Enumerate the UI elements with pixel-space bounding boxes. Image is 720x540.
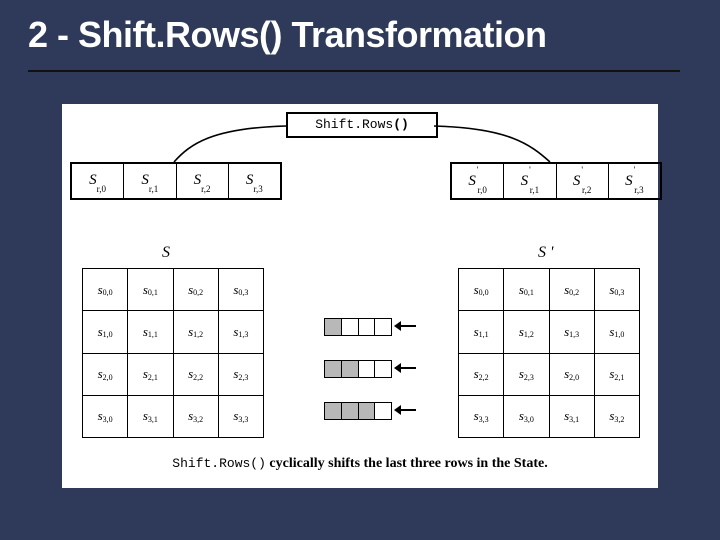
arrow-left-icon [394, 321, 416, 331]
grid-cell: s0,1 [128, 269, 173, 310]
grid-cell: s1,2 [504, 311, 549, 352]
grid-cell: s1,0 [83, 311, 128, 352]
page-title: 2 - Shift.Rows() Transformation [0, 0, 720, 56]
grid-cell: s1,1 [459, 311, 504, 352]
input-row-cell: Sr,3 [229, 164, 280, 198]
state-label-in: S [162, 244, 170, 262]
input-row-cell: Sr,2 [177, 164, 229, 198]
grid-cell: s2,3 [219, 354, 263, 395]
grid-cell: s0,3 [219, 269, 263, 310]
grid-cell: s3,3 [219, 396, 263, 437]
grid-cell: s0,0 [459, 269, 504, 310]
grid-cell: s3,2 [595, 396, 639, 437]
caption-mono: Shift.Rows() [172, 456, 266, 471]
arrow-left-icon [394, 363, 416, 373]
grid-cell: s2,3 [504, 354, 549, 395]
grid-cell: s1,1 [128, 311, 173, 352]
grid-cell: s3,3 [459, 396, 504, 437]
grid-cell: s0,3 [595, 269, 639, 310]
grid-cell: s0,0 [83, 269, 128, 310]
output-row-cell: S'r,2 [557, 164, 609, 198]
grid-cell: s3,2 [174, 396, 219, 437]
input-row: Sr,0 Sr,1 Sr,2 Sr,3 [70, 162, 282, 200]
grid-cell: s3,0 [83, 396, 128, 437]
shift-indicator [324, 402, 392, 420]
state-grid-out: s0,0s0,1s0,2s0,3 s1,1s1,2s1,3s1,0 s2,2s2,3… [458, 268, 640, 438]
caption: Shift.Rows() cyclically shifts the last … [62, 456, 658, 472]
grid-cell: s0,2 [550, 269, 595, 310]
input-row-cell: Sr,1 [124, 164, 176, 198]
output-row: S'r,0 S'r,1 S'r,2 S'r,3 [450, 162, 662, 200]
grid-cell: s0,2 [174, 269, 219, 310]
grid-cell: s2,2 [459, 354, 504, 395]
grid-cell: s1,3 [550, 311, 595, 352]
input-row-cell: Sr,0 [72, 164, 124, 198]
output-row-cell: S'r,0 [452, 164, 504, 198]
caption-text: cyclically shifts the last three rows in… [266, 456, 548, 471]
title-rule [28, 70, 680, 72]
output-row-cell: S'r,1 [504, 164, 556, 198]
arrow-left-icon [394, 405, 416, 415]
grid-cell: s3,1 [550, 396, 595, 437]
grid-cell: s1,0 [595, 311, 639, 352]
shift-indicator [324, 318, 392, 336]
slide: 2 - Shift.Rows() Transformation Shift.Ro… [0, 0, 720, 540]
diagram-panel: Shift.Rows() Sr,0 Sr,1 Sr,2 Sr,3 S'r,0 S… [62, 104, 658, 488]
grid-cell: s3,1 [128, 396, 173, 437]
grid-cell: s2,2 [174, 354, 219, 395]
grid-cell: s2,0 [83, 354, 128, 395]
grid-cell: s2,1 [595, 354, 639, 395]
grid-cell: s2,1 [128, 354, 173, 395]
grid-cell: s1,2 [174, 311, 219, 352]
grid-cell: s1,3 [219, 311, 263, 352]
grid-cell: s2,0 [550, 354, 595, 395]
grid-cell: s3,0 [504, 396, 549, 437]
grid-cell: s0,1 [504, 269, 549, 310]
state-grid-in: s0,0s0,1s0,2s0,3 s1,0s1,1s1,2s1,3 s2,0s2,1… [82, 268, 264, 438]
state-label-out: S ' [538, 244, 553, 262]
shift-indicator [324, 360, 392, 378]
output-row-cell: S'r,3 [609, 164, 660, 198]
